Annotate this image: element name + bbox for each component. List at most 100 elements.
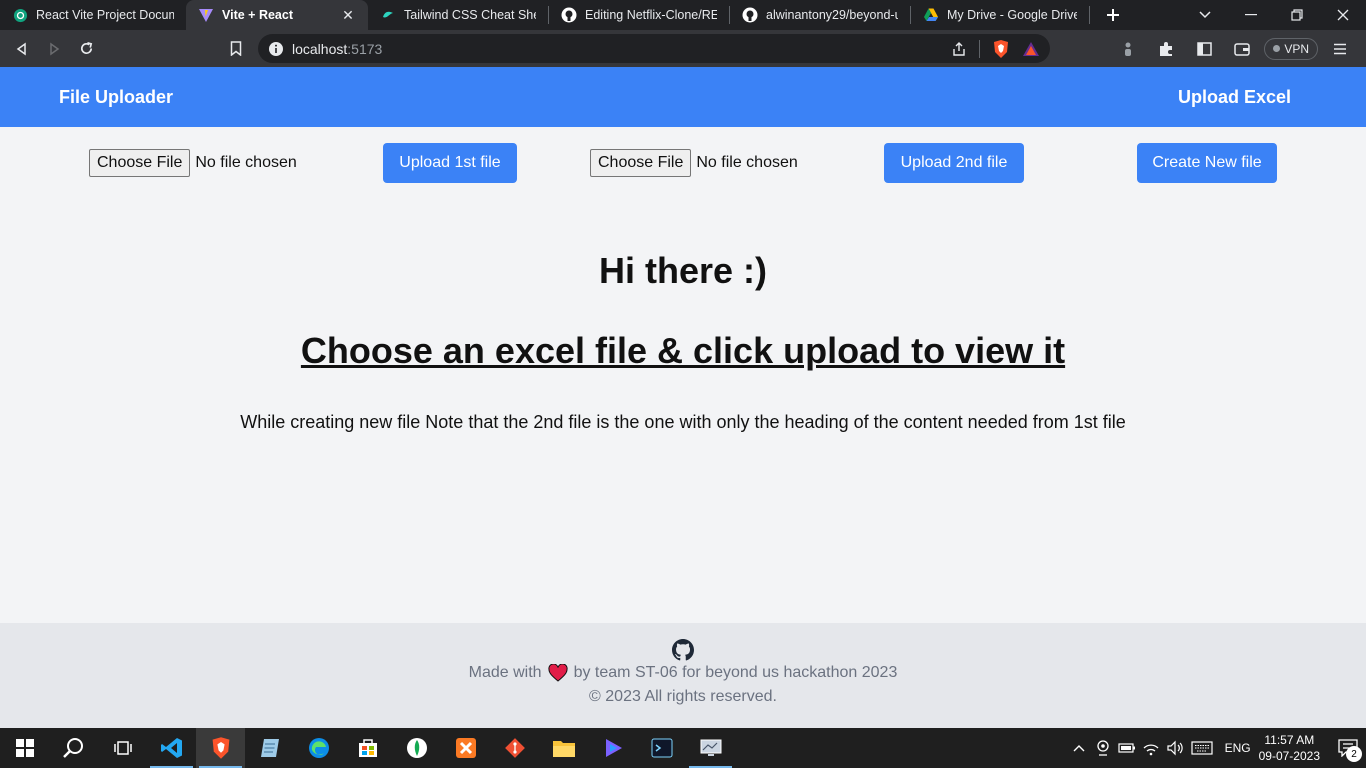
taskbar-git[interactable] xyxy=(490,728,539,768)
taskbar-screenshot-app[interactable] xyxy=(686,728,735,768)
extension-button[interactable] xyxy=(1112,33,1144,65)
taskbar-brave[interactable] xyxy=(196,728,245,768)
taskbar-vscode[interactable] xyxy=(147,728,196,768)
notification-count-badge: 2 xyxy=(1346,746,1362,762)
bookmark-icon xyxy=(230,41,242,56)
windows-taskbar: ENG 11:57 AM 09-07-2023 2 xyxy=(0,728,1366,768)
chevron-down-icon xyxy=(1199,11,1211,19)
volume-button[interactable] xyxy=(1163,728,1187,768)
page-footer: Made with by team ST-06 for beyond us ha… xyxy=(0,623,1366,728)
wallet-button[interactable] xyxy=(1226,33,1258,65)
reload-icon xyxy=(80,42,92,55)
made-with-line: Made with by team ST-06 for beyond us ha… xyxy=(0,664,1366,682)
notification-center-button[interactable]: 2 xyxy=(1330,728,1366,768)
network-button[interactable] xyxy=(1139,728,1163,768)
tab-title: Vite + React xyxy=(222,8,293,22)
instruction-heading: Choose an excel file & click upload to v… xyxy=(300,330,1066,371)
system-tray: ENG 11:57 AM 09-07-2023 2 xyxy=(1067,728,1366,768)
upload-controls: Choose File No file chosen Upload 1st fi… xyxy=(0,127,1366,217)
app-brand[interactable]: File Uploader xyxy=(59,87,173,108)
create-new-file-button[interactable]: Create New file xyxy=(1137,143,1277,183)
tab-vite-react[interactable]: Vite + React ✕ xyxy=(186,0,368,30)
greeting-heading: Hi there :) xyxy=(598,250,767,291)
close-icon[interactable]: ✕ xyxy=(340,7,356,23)
terminal-icon xyxy=(651,738,672,758)
tab-search-button[interactable] xyxy=(1182,0,1228,30)
clock-date: 09-07-2023 xyxy=(1258,749,1320,763)
back-arrow-icon xyxy=(16,42,26,55)
first-file-input[interactable]: Choose File No file chosen xyxy=(89,149,297,177)
speaker-icon xyxy=(1166,740,1183,756)
hamburger-menu-icon xyxy=(1334,43,1346,54)
browser-menu-button[interactable] xyxy=(1324,33,1356,65)
task-view-icon xyxy=(113,741,132,755)
search-button[interactable] xyxy=(49,728,98,768)
google-drive-icon xyxy=(923,7,939,23)
task-view-button[interactable] xyxy=(98,728,147,768)
taskbar-mongodb[interactable] xyxy=(392,728,441,768)
copyright-text: © 2023 All rights reserved. xyxy=(589,688,777,705)
taskbar-notepad[interactable] xyxy=(245,728,294,768)
upload-excel-link[interactable]: Upload Excel xyxy=(1178,87,1291,108)
app-navbar: File Uploader Upload Excel xyxy=(0,67,1366,127)
second-file-status: No file chosen xyxy=(696,154,798,171)
clock[interactable]: 11:57 AM 09-07-2023 xyxy=(1259,732,1320,764)
sidebar-icon xyxy=(1197,41,1212,56)
brave-rewards-icon xyxy=(1023,41,1039,56)
windows-logo-icon xyxy=(15,739,34,757)
notepad-icon xyxy=(260,739,279,757)
vscode-icon xyxy=(160,738,182,758)
choose-second-file-button[interactable]: Choose File xyxy=(590,149,692,177)
keyboard-icon xyxy=(1190,741,1213,755)
webcam-status-button[interactable] xyxy=(1091,728,1115,768)
minimize-button[interactable] xyxy=(1228,0,1274,30)
plus-icon xyxy=(1107,9,1119,21)
choose-first-file-button[interactable]: Choose File xyxy=(89,149,191,177)
tab-google-drive[interactable]: My Drive - Google Drive xyxy=(911,0,1089,30)
extensions-menu-button[interactable] xyxy=(1150,33,1182,65)
share-icon xyxy=(953,41,965,56)
taskbar-xampp[interactable] xyxy=(441,728,490,768)
forward-button[interactable] xyxy=(38,33,70,65)
taskbar-video-editor[interactable] xyxy=(588,728,637,768)
taskbar-terminal-app[interactable] xyxy=(637,728,686,768)
second-file-input[interactable]: Choose File No file chosen xyxy=(590,149,798,177)
tailwind-icon xyxy=(380,7,396,23)
web-page: File Uploader Upload Excel Choose File N… xyxy=(0,67,1366,728)
address-divider xyxy=(979,39,980,58)
vpn-button[interactable]: VPN xyxy=(1264,37,1318,60)
taskbar-edge[interactable] xyxy=(294,728,343,768)
github-link[interactable] xyxy=(0,639,1366,661)
close-window-button[interactable] xyxy=(1320,0,1366,30)
tab-title: Editing Netflix-Clone/READ xyxy=(585,8,717,22)
upload-first-file-button[interactable]: Upload 1st file xyxy=(383,143,517,183)
bookmark-button[interactable] xyxy=(220,33,252,65)
restore-button[interactable] xyxy=(1274,0,1320,30)
clipchamp-icon xyxy=(605,739,622,757)
taskbar-file-explorer[interactable] xyxy=(539,728,588,768)
tab-tailwind-cheatsheet[interactable]: Tailwind CSS Cheat Sheet xyxy=(368,0,548,30)
battery-button[interactable] xyxy=(1115,728,1139,768)
reload-button[interactable] xyxy=(70,33,102,65)
input-language[interactable]: ENG xyxy=(1225,741,1251,755)
close-icon xyxy=(1337,9,1349,21)
tab-editing-netflix-clone[interactable]: Editing Netflix-Clone/READ xyxy=(549,0,729,30)
address-bar[interactable]: localhost:5173 xyxy=(258,34,1050,63)
tab-title: React Vite Project Documen xyxy=(36,8,174,22)
back-button[interactable] xyxy=(6,33,38,65)
start-button[interactable] xyxy=(0,728,49,768)
show-hidden-icons-button[interactable] xyxy=(1067,728,1091,768)
window-controls xyxy=(1182,0,1366,30)
tab-separator xyxy=(1089,6,1090,24)
heart-icon xyxy=(548,664,568,682)
upload-second-file-button[interactable]: Upload 2nd file xyxy=(884,143,1024,183)
touch-keyboard-button[interactable] xyxy=(1187,728,1217,768)
taskbar-store[interactable] xyxy=(343,728,392,768)
new-tab-button[interactable] xyxy=(1098,0,1128,30)
tab-react-vite-docs[interactable]: React Vite Project Documen xyxy=(0,0,186,30)
monitor-icon xyxy=(700,739,721,756)
tab-beyond-us-repo[interactable]: alwinantony29/beyond-us- xyxy=(730,0,910,30)
sidebar-button[interactable] xyxy=(1188,33,1220,65)
tab-title: alwinantony29/beyond-us- xyxy=(766,8,898,22)
extension-icon xyxy=(1125,42,1132,56)
